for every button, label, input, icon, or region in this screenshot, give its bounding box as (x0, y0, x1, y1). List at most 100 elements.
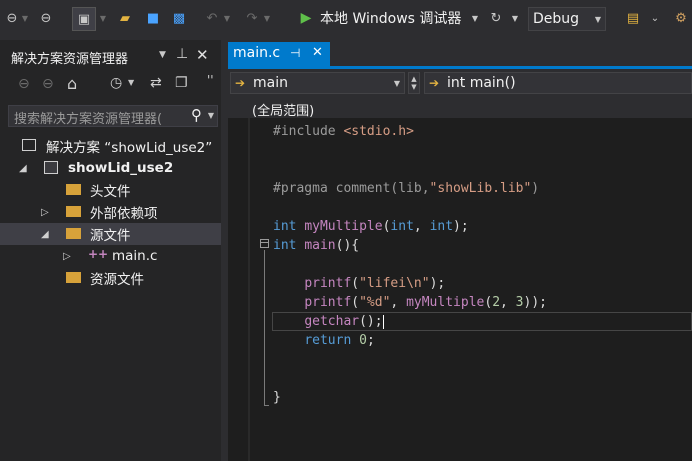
scope-label: (全局范围) (252, 104, 315, 119)
find-in-files-icon[interactable]: ▤ (624, 7, 642, 29)
tree-item-external-dependencies[interactable]: ▷ 外部依赖项 (0, 201, 221, 223)
c-file-icon: ++ (88, 247, 109, 261)
navigation-bar: ➔ main ▼ ▲ ▼ ➔ int main() (228, 69, 692, 97)
refresh-icon[interactable]: ↻ (488, 7, 504, 29)
code-line-7: int main(){ (273, 236, 359, 255)
code-editor[interactable]: #include <stdio.h> #pragma comment(lib,"… (228, 118, 692, 461)
scope-dropdown[interactable]: ➔ main ▼ (230, 72, 405, 94)
code-line-4: #pragma comment(lib,"showLib.lib") (273, 179, 539, 198)
margin-bar (248, 118, 250, 461)
folder-icon (66, 228, 81, 239)
chevron-down-icon[interactable]: ▼ (411, 83, 416, 91)
undo-dropdown-icon[interactable]: ▼ (222, 7, 232, 29)
collapse-icon[interactable] (260, 239, 269, 248)
code-token: } (273, 390, 281, 405)
solution-explorer-toolbar: ⊖ ⊖ ⌂ ◷ ▼ ⇄ ❐ '' (0, 72, 221, 98)
expanded-arrow-icon[interactable]: ◢ (19, 163, 27, 174)
tree-item-label: showLid_use2 (68, 160, 174, 176)
code-token: #pragma comment(lib,"showLib.lib") (273, 181, 540, 196)
pending-changes-icon[interactable]: ◷ (110, 75, 122, 91)
solution-search-input[interactable]: 搜索解决方案资源管理器( ⚲ ▼ (8, 105, 218, 127)
tree-item-label: 解决方案 “showLid_use2” (46, 140, 213, 156)
tree-item-label: 源文件 (90, 228, 131, 244)
new-project-dropdown-icon[interactable]: ▼ (98, 7, 108, 29)
solution-icon (22, 139, 36, 151)
chevron-down-icon: ▼ (393, 78, 400, 88)
toolbar-overflow-icon[interactable]: ⌄ (650, 7, 660, 29)
code-line-1: #include <stdio.h> (273, 122, 414, 141)
save-all-icon[interactable]: ▩ (168, 7, 190, 29)
tree-item-source-files[interactable]: ◢ 源文件 (0, 223, 221, 245)
sync-icon[interactable]: ⇄ (150, 75, 162, 91)
code-line-12: return 0; (273, 331, 375, 350)
solution-explorer-panel: 解决方案资源管理器 ▼ ⊥ ✕ ⊖ ⊖ ⌂ ◷ ▼ ⇄ ❐ '' 搜索解决方案资… (0, 40, 221, 461)
member-dropdown[interactable]: ➔ int main() (424, 72, 692, 94)
home-icon[interactable]: ⌂ (67, 74, 77, 93)
pending-changes-dropdown-icon[interactable]: ▼ (128, 78, 134, 87)
chevron-up-icon[interactable]: ▲ (411, 75, 416, 83)
member-dropdown-value: int main() (447, 75, 516, 91)
forward-icon[interactable]: ⊖ (42, 76, 54, 92)
close-icon[interactable]: ✕ (312, 45, 323, 60)
collapsed-arrow-icon[interactable]: ▷ (63, 251, 71, 262)
close-icon[interactable]: ✕ (196, 46, 209, 64)
redo-icon[interactable]: ↷ (244, 7, 260, 29)
back-icon[interactable]: ⊖ (4, 7, 20, 29)
scope-bar: (全局范围) (228, 98, 692, 119)
tree-item-label: main.c (112, 248, 158, 264)
code-token: #include <stdio.h> (273, 124, 414, 139)
tree-item-resource-files[interactable]: 资源文件 (0, 267, 221, 289)
save-icon[interactable]: ■ (144, 7, 162, 29)
tree-item-label: 外部依赖项 (90, 206, 158, 222)
text-cursor (382, 314, 384, 329)
back-dropdown-icon[interactable]: ▼ (20, 7, 30, 29)
redo-dropdown-icon[interactable]: ▼ (262, 7, 272, 29)
code-line-6: int myMultiple(int, int); (273, 217, 469, 236)
panel-menu-icon[interactable]: ▼ (159, 50, 166, 60)
main-toolbar: ⊖ ▼ ⊖ ▣ ▼ ▰ ■ ▩ ↶ ▼ ↷ ▼ ▶ 本地 Windows 调试器… (0, 0, 692, 38)
code-token: int main(){ (273, 238, 360, 253)
split-stepper[interactable]: ▲ ▼ (408, 72, 420, 94)
collapse-icon-minus (260, 242, 269, 243)
solution-explorer-title: 解决方案资源管理器 (11, 52, 129, 67)
debug-target-dropdown-icon[interactable]: ▼ (470, 7, 480, 29)
tree-item-main-c[interactable]: ▷ ++ main.c (0, 245, 221, 267)
folder-icon (66, 184, 81, 195)
settings-icon[interactable]: ⚙ (672, 7, 690, 29)
code-token: return 0; (304, 333, 375, 348)
folder-icon (66, 272, 81, 283)
collapse-all-icon[interactable]: ❐ (175, 75, 188, 91)
collapsed-arrow-icon[interactable]: ▷ (41, 207, 49, 218)
project-icon (44, 161, 58, 174)
search-icon[interactable]: ⚲ (189, 106, 202, 124)
properties-icon[interactable]: '' (207, 73, 214, 87)
start-debug-label[interactable]: 本地 Windows 调试器 (320, 7, 470, 29)
tree-item-label: 头文件 (90, 184, 131, 200)
chevron-down-icon: ▼ (594, 14, 601, 24)
undo-icon[interactable]: ↶ (204, 7, 220, 29)
back-icon[interactable]: ⊖ (18, 76, 30, 92)
start-debug-icon[interactable]: ▶ (298, 7, 314, 29)
code-line-10: printf("%d", myMultiple(2, 3)); (273, 293, 547, 312)
code-token: printf("lifei\n"); (304, 276, 446, 291)
pin-icon[interactable]: ⊥ (176, 46, 188, 62)
refresh-dropdown-icon[interactable]: ▼ (510, 7, 520, 29)
forward-icon[interactable]: ⊖ (38, 7, 54, 29)
search-options-dropdown-icon[interactable]: ▼ (208, 111, 214, 120)
search-placeholder: 搜索解决方案资源管理器( (14, 112, 163, 127)
code-token: getchar(); (304, 314, 383, 329)
tree-item-header-files[interactable]: 头文件 (0, 179, 221, 201)
new-project-icon[interactable]: ▣ (72, 7, 96, 31)
outline-line (264, 250, 265, 405)
configuration-select[interactable]: Debug ▼ (528, 7, 606, 31)
pin-icon[interactable]: ⊣ (290, 46, 300, 60)
tab-main-c[interactable]: main.c ⊣ ✕ (228, 42, 330, 66)
scope-dropdown-value: main (253, 75, 288, 91)
expanded-arrow-icon[interactable]: ◢ (41, 229, 49, 240)
code-line-11: getchar(); (273, 312, 384, 331)
open-file-icon[interactable]: ▰ (116, 7, 134, 29)
tree-item-solution[interactable]: 解决方案 “showLid_use2” (0, 135, 221, 157)
tree-item-project[interactable]: ◢ showLid_use2 (0, 157, 221, 179)
tree-item-label: 资源文件 (90, 272, 144, 288)
code-line-15: } (273, 388, 281, 407)
